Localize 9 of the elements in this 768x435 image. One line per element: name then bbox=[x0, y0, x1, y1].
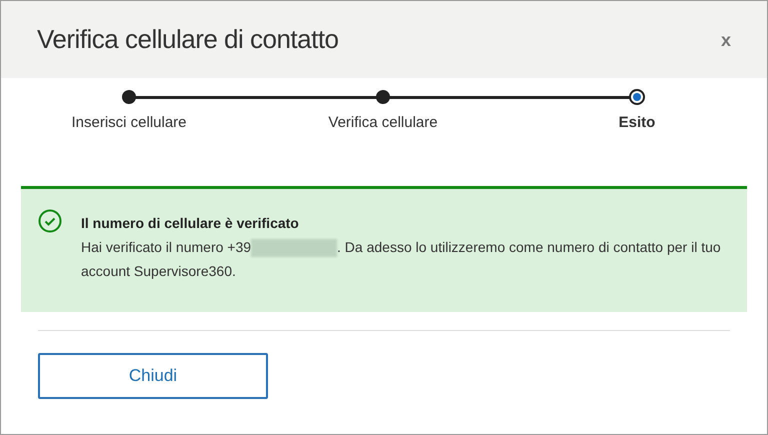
step-label: Inserisci cellulare bbox=[71, 113, 187, 133]
step-label: Esito bbox=[618, 113, 656, 133]
close-button[interactable]: x bbox=[720, 30, 731, 48]
close-dialog-button[interactable]: Chiudi bbox=[38, 353, 268, 399]
check-circle-icon bbox=[38, 209, 62, 233]
alert-title: Il numero di cellulare è verificato bbox=[81, 214, 300, 233]
step-label: Verifica cellulare bbox=[328, 113, 438, 133]
alert-message: Hai verificato il numero +39 . Da adesso lo utilizzeremo come numero di contatto per il tuo account Supervisore360. bbox=[81, 238, 721, 281]
dialog-title: Verifica cellulare di contatto bbox=[37, 23, 339, 56]
